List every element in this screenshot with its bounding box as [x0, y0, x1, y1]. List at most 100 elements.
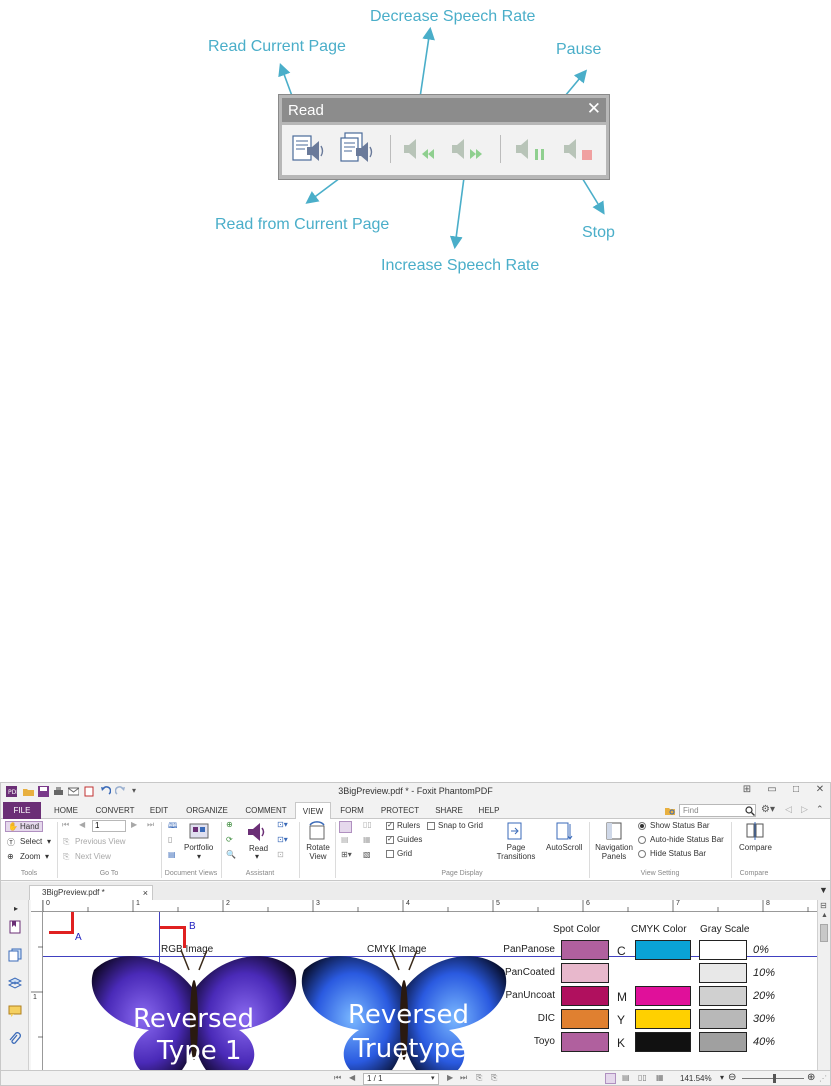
layers-icon[interactable] — [8, 976, 22, 990]
chevron-down-icon[interactable]: ▾ — [45, 852, 49, 861]
marquee-icon[interactable]: ⊡▾ — [277, 835, 288, 844]
pause-button[interactable] — [510, 131, 550, 169]
forward-icon[interactable]: ▷ — [801, 804, 808, 815]
show-status-bar-radio[interactable] — [638, 822, 646, 830]
attachment-icon[interactable] — [8, 1032, 22, 1046]
continuous-status-icon[interactable]: ▤ — [622, 1073, 630, 1082]
autoscroll-icon[interactable] — [554, 821, 574, 841]
next-view-icon[interactable]: ⎘ — [491, 1073, 497, 1083]
next-page-icon[interactable]: ▶ — [447, 1073, 453, 1082]
horizontal-ruler[interactable]: 0 1 2 3 4 5 6 7 8 — [43, 900, 817, 912]
previous-view-button[interactable]: Previous View — [75, 837, 126, 846]
single-page-button[interactable] — [339, 821, 352, 833]
read-current-page-button[interactable] — [290, 131, 330, 169]
rulers-checkbox[interactable]: ✓ — [386, 822, 394, 830]
page-view-icon[interactable]: ▯ — [168, 835, 172, 844]
continuous-facing-status-icon[interactable]: ▦ — [656, 1073, 664, 1082]
chevron-down-icon[interactable]: ▾ — [197, 852, 201, 861]
text-view-icon[interactable]: ▤ — [168, 850, 176, 859]
read-from-current-page-button[interactable] — [338, 131, 378, 169]
single-page-status-button[interactable] — [605, 1073, 616, 1084]
search-icon[interactable] — [745, 806, 755, 816]
loupe-icon[interactable]: ⊡ — [277, 850, 284, 859]
first-page-icon[interactable]: ⏮ — [334, 1073, 341, 1083]
tab-help[interactable]: HELP — [473, 802, 505, 819]
tab-form[interactable]: FORM — [335, 802, 369, 819]
split-icon[interactable]: ⊟ — [820, 901, 827, 910]
page-transitions-button[interactable]: Page Transitions — [495, 843, 537, 861]
close-icon[interactable]: × — [143, 886, 148, 900]
hide-status-bar-radio[interactable] — [638, 850, 646, 858]
chevron-down-icon[interactable]: ▾ — [47, 837, 51, 846]
tab-edit[interactable]: EDIT — [143, 802, 175, 819]
scroll-up-icon[interactable]: ▲ — [821, 912, 828, 919]
zoom-in-icon[interactable]: ⊕ — [226, 820, 233, 829]
last-page-icon[interactable]: ⏭ — [460, 1073, 467, 1083]
continuous-page-icon[interactable]: ▤ — [341, 835, 349, 844]
expand-panel-icon[interactable]: ▸ — [14, 904, 18, 913]
pages-icon[interactable] — [8, 948, 22, 962]
guides-checkbox[interactable]: ✓ — [386, 836, 394, 844]
back-icon[interactable]: ◁ — [785, 804, 792, 815]
vertical-scrollbar[interactable]: ⊟ ▲ — [817, 900, 830, 1070]
cover-page-icon[interactable]: ▧ — [363, 850, 371, 859]
minimize-button[interactable]: ▭ — [763, 784, 781, 795]
read-panel-titlebar[interactable]: Read ✕ — [282, 98, 606, 122]
rotate-view-icon[interactable] — [306, 821, 328, 841]
page-transitions-icon[interactable] — [505, 821, 525, 841]
page-number-input[interactable]: 1 — [92, 820, 126, 832]
gear-icon[interactable]: ⚙▾ — [761, 804, 775, 815]
close-icon[interactable]: ✕ — [587, 99, 601, 119]
chevron-down-icon[interactable]: ▾ — [431, 1074, 435, 1082]
compare-icon[interactable] — [745, 821, 765, 841]
navigation-panels-button[interactable]: Navigation Panels — [593, 843, 635, 861]
tab-view[interactable]: VIEW — [295, 802, 331, 820]
increase-speech-rate-button[interactable] — [446, 131, 486, 169]
portfolio-button[interactable]: Portfolio — [184, 843, 213, 852]
first-page-icon[interactable]: ⏮ — [62, 820, 69, 830]
continuous-facing-icon[interactable]: ▦ — [363, 835, 371, 844]
zoom-slider-handle[interactable] — [773, 1074, 776, 1083]
ribbon-display-icon[interactable]: ⊞ — [738, 784, 756, 795]
page-indicator-input[interactable]: 1 / 1 — [363, 1073, 439, 1085]
bookmark-icon[interactable] — [8, 920, 22, 934]
navigation-panels-icon[interactable] — [605, 821, 623, 841]
autoscroll-button[interactable]: AutoScroll — [546, 843, 582, 852]
autohide-status-bar-radio[interactable] — [638, 836, 646, 844]
tab-protect[interactable]: PROTECT — [375, 802, 425, 819]
compare-button[interactable]: Compare — [739, 843, 772, 852]
document-tab[interactable]: 3BigPreview.pdf * × — [29, 885, 153, 900]
split-view-icon[interactable]: ⊞▾ — [341, 850, 352, 859]
zoom-in-icon[interactable]: ⊕ — [807, 1072, 815, 1083]
hand-button[interactable]: ✋ Hand — [5, 821, 43, 832]
last-page-icon[interactable]: ⏭ — [147, 820, 154, 830]
stop-button[interactable] — [558, 131, 598, 169]
book-view-icon[interactable]: 🕮 — [168, 820, 177, 834]
close-window-button[interactable]: ✕ — [811, 784, 829, 795]
tab-convert[interactable]: CONVERT — [89, 802, 141, 819]
folder-search-icon[interactable] — [665, 806, 676, 816]
vertical-ruler[interactable]: 1 — [31, 912, 43, 1070]
comments-icon[interactable] — [8, 1004, 22, 1018]
zoom-out-icon[interactable]: ⊖ — [728, 1072, 736, 1083]
rotate-icon[interactable]: ⟳ — [226, 835, 233, 844]
next-view-button[interactable]: Next View — [75, 852, 111, 861]
previous-view-icon[interactable]: ⎘ — [476, 1073, 482, 1083]
snap-to-grid-checkbox[interactable] — [427, 822, 435, 830]
tab-home[interactable]: HOME — [47, 802, 85, 819]
decrease-speech-rate-button[interactable] — [398, 131, 438, 169]
facing-page-icon[interactable]: ▯▯ — [363, 820, 372, 829]
grid-checkbox[interactable] — [386, 850, 394, 858]
zoom-level[interactable]: 141.54% — [680, 1074, 712, 1083]
tab-file[interactable]: FILE — [3, 802, 41, 819]
portfolio-icon[interactable] — [189, 821, 209, 839]
scrollbar-thumb[interactable] — [820, 924, 828, 942]
reflow-icon[interactable]: ⊡▾ — [277, 820, 288, 829]
magnifier-icon[interactable]: 🔍 — [226, 850, 236, 859]
tab-organize[interactable]: ORGANIZE — [181, 802, 233, 819]
previous-page-icon[interactable]: ◀ — [79, 820, 85, 829]
previous-page-icon[interactable]: ◀ — [349, 1073, 355, 1082]
collapse-ribbon-icon[interactable]: ⌃ — [816, 804, 824, 815]
select-button[interactable]: Select — [20, 837, 42, 846]
chevron-down-icon[interactable]: ▾ — [720, 1073, 724, 1082]
